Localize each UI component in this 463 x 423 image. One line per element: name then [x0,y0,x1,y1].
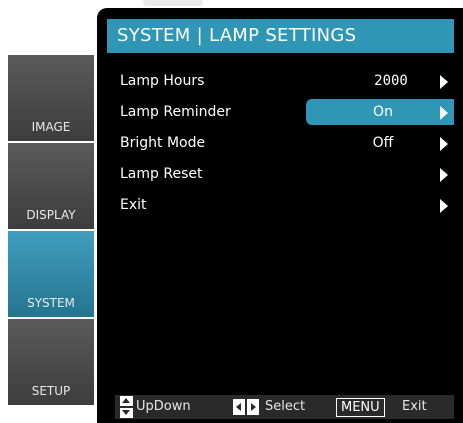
menu-item-lamp-reset[interactable]: Lamp Reset [107,161,454,187]
chevron-right-icon [440,75,448,89]
chevron-right-icon [440,168,448,182]
sidebar-tab-label: DISPLAY [26,208,76,222]
help-bar: UpDown Select MENU Exit [115,395,454,419]
menu-item-bright-mode[interactable]: Bright Mode Off [107,130,454,156]
menu-item-label: Bright Mode [120,135,206,151]
chevron-right-icon [440,137,448,151]
page-title: SYSTEM | LAMP SETTINGS [107,19,454,53]
sidebar-tab-label: SETUP [31,384,71,398]
sidebar-tab-display[interactable]: DISPLAY [8,143,94,229]
sidebar-tab-setup[interactable]: SETUP [8,319,94,405]
bright-mode-value: Off [372,135,394,151]
select-label: Select [265,399,306,414]
sidebar-tab-label: SYSTEM [27,296,75,310]
menu-key-icon: MENU [336,398,385,417]
exit-label: Exit [402,399,427,414]
menu-item-exit[interactable]: Exit [107,192,454,218]
chevron-right-icon [440,106,448,120]
sidebar-tab-image[interactable]: IMAGE [8,55,94,141]
menu-item-label: Lamp Hours [120,73,205,89]
sidebar-tab-system[interactable]: SYSTEM [8,231,94,317]
menu-item-label: Lamp Reminder [120,104,231,120]
menu-item-label: Exit [120,197,147,213]
menu-item-lamp-reminder[interactable]: Lamp Reminder On [107,99,454,125]
window-drag-handle [143,0,203,6]
lamp-hours-value: 2000 [374,73,408,89]
chevron-right-icon [440,199,448,213]
left-right-arrows-icon [233,399,259,415]
sidebar-tab-label: IMAGE [31,120,71,134]
updown-label: UpDown [136,399,191,414]
lamp-reminder-value: On [373,104,393,120]
menu-item-label: Lamp Reset [120,166,203,182]
updown-arrows-icon [120,396,133,418]
menu-item-lamp-hours[interactable]: Lamp Hours 2000 [107,68,454,94]
